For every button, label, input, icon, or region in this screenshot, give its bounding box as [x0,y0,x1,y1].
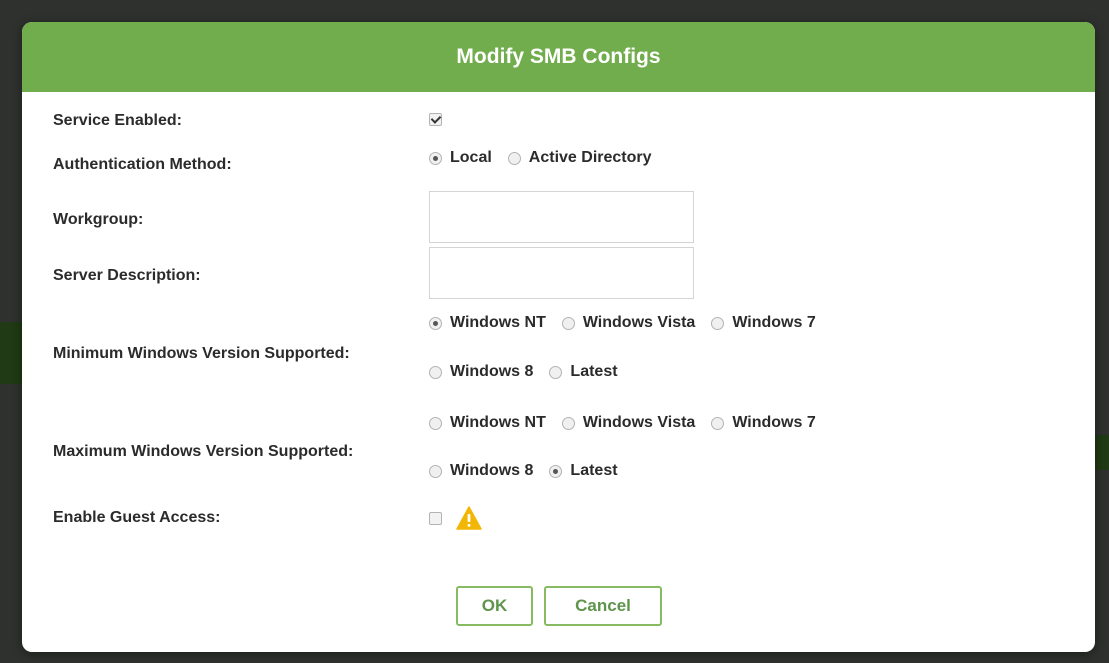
min-windows-7-radio[interactable] [711,316,725,330]
min-windows-vista-label: Windows Vista [582,314,696,331]
min-windows-7-option[interactable]: Windows 7 [711,314,816,332]
max-windows-8-option[interactable]: Windows 8 [429,462,533,480]
max-windows-nt-option[interactable]: Windows NT [429,414,546,432]
min-windows-label: Minimum Windows Version Supported: [53,345,350,362]
min-windows-8-option[interactable]: Windows 8 [429,363,533,381]
workgroup-input[interactable] [429,191,694,243]
auth-ad-radio[interactable] [507,151,521,165]
auth-local-label: Local [450,149,492,166]
dialog-header: Modify SMB Configs [22,22,1095,92]
auth-method-group: Local Active Directory [429,149,668,167]
max-windows-7-label: Windows 7 [732,414,816,431]
min-windows-8-radio[interactable] [429,365,442,379]
guest-access-checkbox[interactable] [429,511,442,525]
min-windows-group-row2: Windows 8 Latest [429,363,634,381]
min-windows-nt-radio[interactable] [429,316,442,330]
workgroup-label: Workgroup: [53,211,144,228]
max-windows-vista-option[interactable]: Windows Vista [561,414,696,432]
min-windows-nt-label: Windows NT [450,314,546,331]
max-windows-vista-label: Windows Vista [582,414,696,431]
min-windows-group-row1: Windows NT Windows Vista Windows 7 [429,314,832,332]
max-windows-7-radio[interactable] [711,416,725,430]
auth-local-option[interactable]: Local [429,149,492,167]
min-windows-nt-option[interactable]: Windows NT [429,314,546,332]
server-description-label: Server Description: [53,267,201,284]
min-windows-7-label: Windows 7 [732,314,816,331]
max-windows-vista-radio[interactable] [561,416,575,430]
ok-button[interactable]: OK [456,586,533,626]
service-enabled-label: Service Enabled: [53,112,182,129]
server-description-input[interactable] [429,247,694,299]
cancel-button[interactable]: Cancel [544,586,662,626]
max-windows-8-label: Windows 8 [450,462,534,479]
dialog-title: Modify SMB Configs [456,45,661,68]
min-windows-latest-option[interactable]: Latest [549,363,618,381]
max-windows-group-row2: Windows 8 Latest [429,462,634,480]
max-windows-latest-radio[interactable] [549,464,563,478]
min-windows-8-label: Windows 8 [450,363,534,380]
max-windows-7-option[interactable]: Windows 7 [711,414,816,432]
max-windows-latest-label: Latest [570,462,618,479]
auth-local-radio[interactable] [429,151,442,165]
max-windows-nt-radio[interactable] [429,416,442,430]
warning-icon [456,506,482,530]
min-windows-latest-radio[interactable] [549,365,563,379]
min-windows-vista-radio[interactable] [561,316,575,330]
max-windows-group-row1: Windows NT Windows Vista Windows 7 [429,414,832,432]
smb-config-dialog: Modify SMB Configs Service Enabled: Auth… [22,22,1095,652]
service-enabled-checkbox[interactable] [429,113,442,126]
auth-ad-option[interactable]: Active Directory [507,149,652,167]
min-windows-vista-option[interactable]: Windows Vista [561,314,696,332]
min-windows-latest-label: Latest [570,363,618,380]
max-windows-label: Maximum Windows Version Supported: [53,443,354,460]
auth-ad-label: Active Directory [528,149,652,166]
max-windows-nt-label: Windows NT [450,414,546,431]
max-windows-8-radio[interactable] [429,464,442,478]
auth-method-label: Authentication Method: [53,156,232,173]
max-windows-latest-option[interactable]: Latest [549,462,618,480]
guest-access-label: Enable Guest Access: [53,509,221,526]
